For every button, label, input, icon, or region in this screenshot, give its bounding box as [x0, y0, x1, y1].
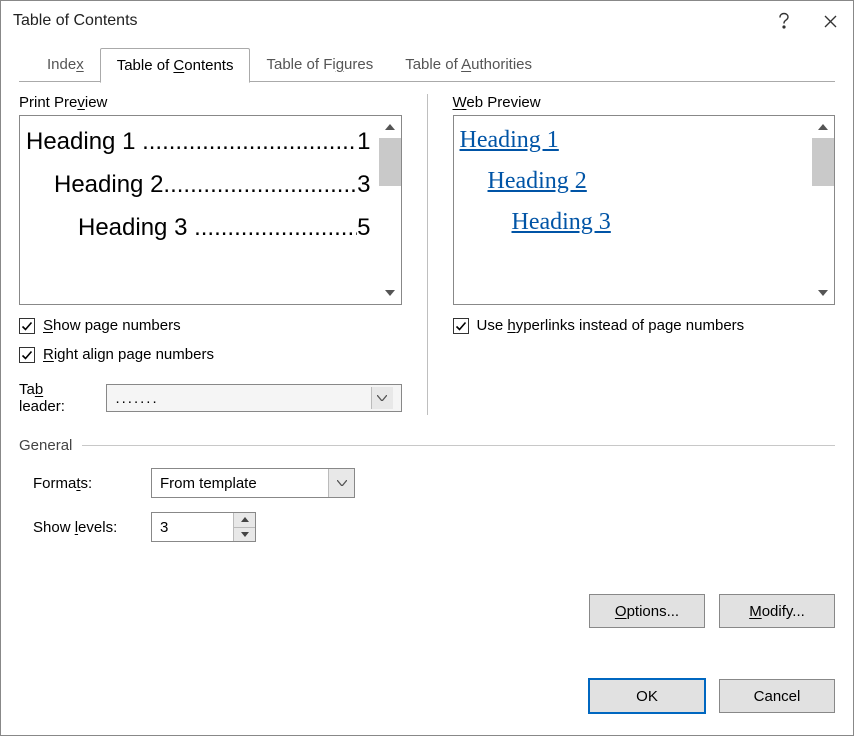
use-hyperlinks-checkbox[interactable]: Use hyperlinks instead of page numbers — [453, 317, 836, 334]
tab-table-of-authorities[interactable]: Table of Authorities — [389, 48, 548, 83]
checkbox-checked-icon — [453, 318, 469, 334]
modify-button[interactable]: Modify... — [719, 594, 835, 628]
vertical-divider — [427, 94, 428, 415]
tab-bar: Index Table of Contents Table of Figures… — [19, 47, 835, 82]
web-h1-link[interactable]: Heading 1 — [460, 127, 559, 153]
show-page-numbers-checkbox[interactable]: Show page numbers — [19, 317, 402, 334]
pv-h1-page: 1 — [357, 120, 370, 163]
web-preview-scrollbar[interactable] — [812, 116, 834, 304]
tab-leader-select[interactable]: ....... — [106, 384, 401, 412]
print-preview-scrollbar[interactable] — [379, 116, 401, 304]
print-preview-label: Print Preview — [19, 94, 402, 111]
checkbox-checked-icon — [19, 318, 35, 334]
show-levels-spinner[interactable]: 3 — [151, 512, 256, 542]
general-group-label: General — [19, 437, 72, 454]
pv-h3-text: Heading 3 — [78, 206, 187, 249]
tab-leader-label: Tab leader: — [19, 381, 92, 415]
pv-h2-text: Heading 2 — [54, 163, 163, 206]
checkbox-checked-icon — [19, 347, 35, 363]
web-h3-link[interactable]: Heading 3 — [512, 209, 611, 235]
spinner-down-icon[interactable] — [234, 527, 255, 542]
scroll-up-icon[interactable] — [812, 116, 834, 138]
tab-leader-value: ....... — [115, 390, 362, 407]
cancel-button[interactable]: Cancel — [719, 679, 835, 713]
scroll-down-icon[interactable] — [379, 282, 401, 304]
web-preview-label: Web Preview — [453, 94, 836, 111]
scroll-thumb[interactable] — [379, 138, 401, 186]
show-levels-value: 3 — [152, 513, 233, 541]
titlebar: Table of Contents — [1, 1, 853, 41]
ok-button[interactable]: OK — [589, 679, 705, 713]
dialog-title: Table of Contents — [13, 12, 761, 30]
pv-h3-page: 5 — [357, 206, 370, 249]
tab-table-of-contents[interactable]: Table of Contents — [100, 48, 251, 83]
web-h2-link[interactable]: Heading 2 — [488, 168, 587, 194]
scroll-up-icon[interactable] — [379, 116, 401, 138]
help-button[interactable] — [761, 1, 807, 41]
web-preview-box: Heading 1 Heading 2 Heading 3 — [453, 115, 836, 305]
show-levels-label: Show levels: — [33, 519, 133, 536]
pv-h1-text: Heading 1 — [26, 120, 135, 163]
toc-dialog: Table of Contents Index Table of Content… — [0, 0, 854, 736]
scroll-down-icon[interactable] — [812, 282, 834, 304]
formats-label: Formats: — [33, 475, 133, 492]
spinner-up-icon[interactable] — [234, 513, 255, 527]
scroll-thumb[interactable] — [812, 138, 834, 186]
pv-h2-page: 3 — [357, 163, 370, 206]
chevron-down-icon — [328, 469, 354, 497]
tab-table-of-figures[interactable]: Table of Figures — [250, 48, 389, 83]
formats-value: From template — [152, 475, 328, 492]
options-button[interactable]: Options... — [589, 594, 705, 628]
right-align-checkbox[interactable]: Right align page numbers — [19, 346, 402, 363]
tab-index[interactable]: Index — [31, 48, 100, 83]
close-button[interactable] — [807, 1, 853, 41]
formats-select[interactable]: From template — [151, 468, 355, 498]
print-preview-box: Heading 1 ..............................… — [19, 115, 402, 305]
chevron-down-icon — [371, 387, 393, 409]
